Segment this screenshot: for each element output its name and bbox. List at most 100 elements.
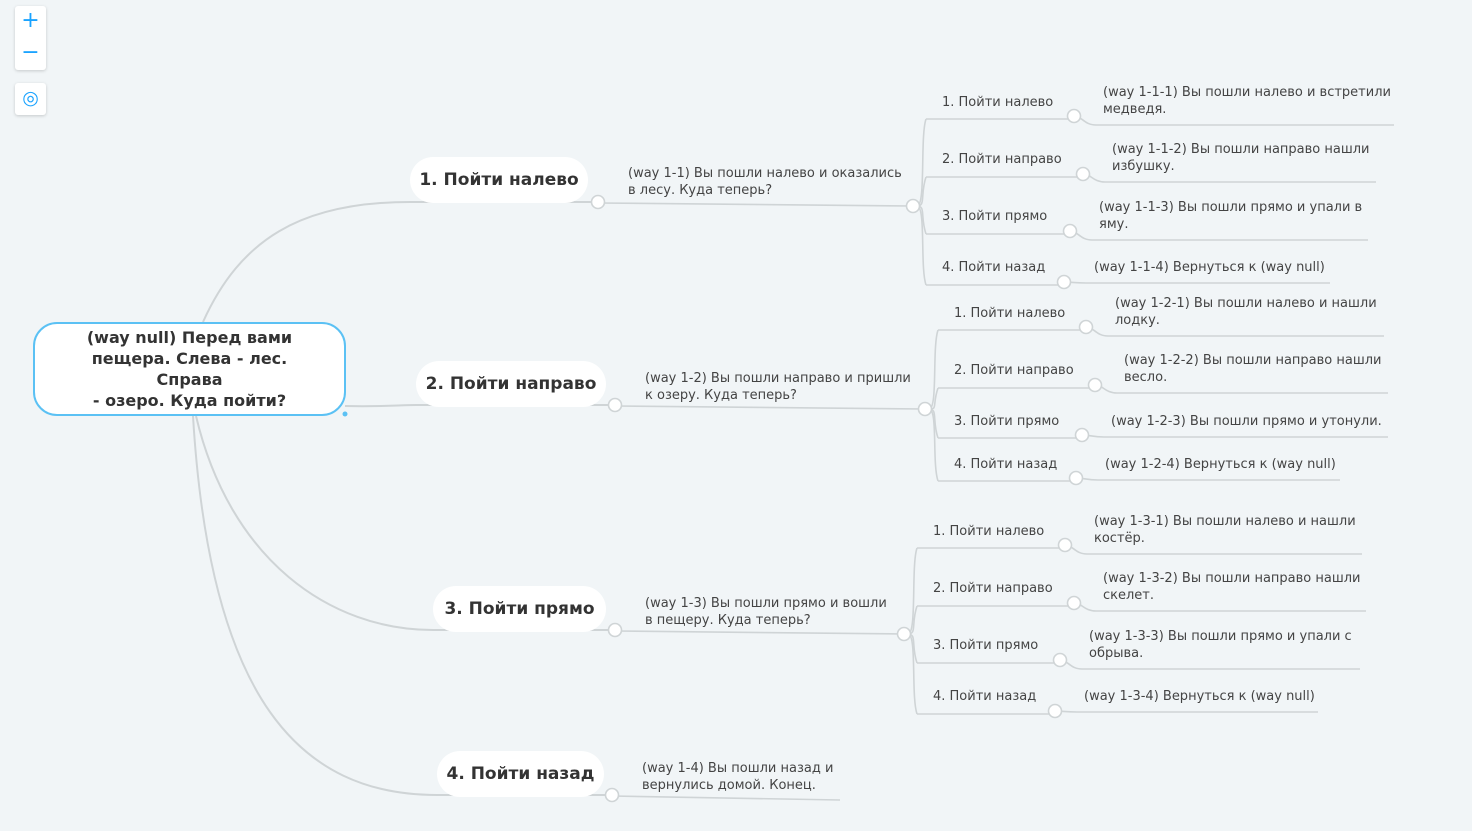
option-collapse-handle-3-1[interactable]: [1057, 537, 1073, 553]
answer-text-line: (way 1-3-2) Вы пошли направо нашли: [1103, 571, 1361, 586]
option-label-1-4[interactable]: 4. Пойти назад: [942, 259, 1045, 276]
answer-text-line: (way 1-1-3) Вы пошли прямо и упали в: [1099, 200, 1363, 215]
answer-text-line: лодку.: [1115, 313, 1160, 328]
branch-description-line: в пещеру. Куда теперь?: [645, 613, 811, 628]
branch-collapse-handle-1[interactable]: [590, 194, 606, 210]
answer-underline-2-2: [1094, 384, 1388, 394]
option-collapse-handle-2-1[interactable]: [1078, 319, 1094, 335]
answer-underline-2-3: [1081, 434, 1388, 438]
answer-text-line: (way 1-3-4) Вернуться к (way null): [1084, 689, 1315, 704]
option-label-2-3[interactable]: 3. Пойти прямо: [954, 413, 1059, 430]
root-selection-handle[interactable]: [342, 411, 348, 417]
answer-text-line: (way 1-2-2) Вы пошли направо нашли: [1124, 353, 1382, 368]
option-collapse-handle-2-3[interactable]: [1074, 427, 1090, 443]
branch-description-line: в лесу. Куда теперь?: [628, 183, 773, 198]
option-collapse-handle-1-3[interactable]: [1062, 223, 1078, 239]
branch-hub-handle-1[interactable]: [905, 198, 921, 214]
answer-text-3-2: (way 1-3-2) Вы пошли направо нашли скелет…: [1103, 570, 1361, 604]
answer-text-2-2: (way 1-2-2) Вы пошли направо нашли весло.: [1124, 352, 1382, 386]
branch-text-underline-4: [611, 795, 841, 801]
root-branch-connector-1: [202, 201, 598, 323]
answer-text-1-2: (way 1-1-2) Вы пошли направо нашли избушк…: [1112, 141, 1370, 175]
branch-text-underline-2: [614, 405, 926, 410]
branch-description-4: (way 1-4) Вы пошли назад и вернулись домо…: [642, 760, 833, 794]
option-connector-1-1: [916, 118, 927, 207]
answer-text-line: (way 1-2-4) Вернуться к (way null): [1105, 457, 1336, 472]
branch-hub-handle-3[interactable]: [896, 626, 912, 642]
option-collapse-handle-3-4[interactable]: [1047, 703, 1063, 719]
answer-text-line: медведя.: [1103, 102, 1167, 117]
branch-description-line: (way 1-1) Вы пошли налево и оказались: [628, 166, 902, 181]
branch-hub-handle-2[interactable]: [917, 401, 933, 417]
answer-text-line: костёр.: [1094, 531, 1145, 546]
answer-underline-1-2: [1082, 173, 1376, 183]
zoom-out-button[interactable]: −: [15, 38, 46, 70]
branch-topic-4[interactable]: 4. Пойти назад: [437, 751, 604, 797]
option-connector-1-4: [916, 205, 927, 286]
option-label-1-1[interactable]: 1. Пойти налево: [942, 94, 1053, 111]
answer-text-line: избушку.: [1112, 159, 1175, 174]
answer-text-line: (way 1-3-1) Вы пошли налево и нашли: [1094, 514, 1356, 529]
option-collapse-handle-3-2[interactable]: [1066, 595, 1082, 611]
branch-text-underline-3: [614, 630, 905, 635]
branch-collapse-handle-4[interactable]: [604, 787, 620, 803]
option-collapse-handle-2-2[interactable]: [1087, 377, 1103, 393]
branch-description-line: (way 1-4) Вы пошли назад и: [642, 761, 834, 776]
option-label-1-3[interactable]: 3. Пойти прямо: [942, 208, 1047, 225]
answer-text-line: (way 1-2-1) Вы пошли налево и нашли: [1115, 296, 1377, 311]
answer-text-line: (way 1-1-1) Вы пошли налево и встретили: [1103, 85, 1391, 100]
answer-text-line: (way 1-2-3) Вы пошли прямо и утонули.: [1111, 414, 1382, 429]
answer-text-line: (way 1-3-3) Вы пошли прямо и упали с: [1089, 629, 1352, 644]
answer-underline-3-4: [1054, 710, 1318, 713]
option-label-2-1[interactable]: 1. Пойти налево: [954, 305, 1065, 322]
option-collapse-handle-1-4[interactable]: [1056, 274, 1072, 290]
answer-text-line: скелет.: [1103, 588, 1155, 603]
branch-description-line: к озеру. Куда теперь?: [645, 388, 797, 403]
branch-description-3: (way 1-3) Вы пошли прямо и вошли в пещеру…: [645, 595, 887, 629]
option-connector-2-1: [928, 329, 939, 410]
branch-collapse-handle-2[interactable]: [607, 397, 623, 413]
answer-text-line: (way 1-1-4) Вернуться к (way null): [1094, 260, 1325, 275]
root-line-2: пещера. Слева - лес. Справа: [91, 349, 288, 389]
answer-text-1-4: (way 1-1-4) Вернуться к (way null): [1094, 259, 1325, 276]
answer-underline-2-4: [1075, 477, 1340, 481]
option-label-3-4[interactable]: 4. Пойти назад: [933, 688, 1036, 705]
root-topic[interactable]: (way null) Перед вами пещера. Слева - ле…: [33, 322, 346, 416]
option-label-3-2[interactable]: 2. Пойти направо: [933, 580, 1053, 597]
option-label-2-2[interactable]: 2. Пойти направо: [954, 362, 1074, 379]
option-connector-3-1: [907, 547, 918, 635]
center-control: ◎: [15, 83, 46, 115]
branch-topic-1[interactable]: 1. Пойти налево: [410, 157, 588, 203]
answer-text-1-1: (way 1-1-1) Вы пошли налево и встретили м…: [1103, 84, 1391, 118]
answer-text-line: обрыва.: [1089, 646, 1144, 661]
answer-text-3-1: (way 1-3-1) Вы пошли налево и нашли костё…: [1094, 513, 1356, 547]
answer-underline-3-2: [1073, 602, 1366, 612]
branch-description-1: (way 1-1) Вы пошли налево и оказались в л…: [628, 165, 902, 199]
option-collapse-handle-1-2[interactable]: [1075, 166, 1091, 182]
option-label-1-2[interactable]: 2. Пойти направо: [942, 151, 1062, 168]
branch-description-line: (way 1-2) Вы пошли направо и пришли: [645, 371, 911, 386]
option-label-3-3[interactable]: 3. Пойти прямо: [933, 637, 1038, 654]
branch-description-line: (way 1-3) Вы пошли прямо и вошли: [645, 596, 887, 611]
zoom-in-button[interactable]: +: [15, 6, 46, 38]
answer-text-3-4: (way 1-3-4) Вернуться к (way null): [1084, 688, 1315, 705]
root-line-1: (way null) Перед вами: [86, 328, 293, 347]
branch-topic-3[interactable]: 3. Пойти прямо: [433, 586, 606, 632]
answer-text-2-4: (way 1-2-4) Вернуться к (way null): [1105, 456, 1336, 473]
answer-text-line: (way 1-1-2) Вы пошли направо нашли: [1112, 142, 1370, 157]
option-collapse-handle-1-1[interactable]: [1066, 108, 1082, 124]
answer-text-line: яму.: [1099, 217, 1129, 232]
branch-description-2: (way 1-2) Вы пошли направо и пришли к озе…: [645, 370, 911, 404]
option-label-2-4[interactable]: 4. Пойти назад: [954, 456, 1057, 473]
branch-description-line: вернулись домой. Конец.: [642, 778, 816, 793]
branch-topic-2[interactable]: 2. Пойти направо: [416, 361, 606, 407]
answer-text-2-1: (way 1-2-1) Вы пошли налево и нашли лодку…: [1115, 295, 1377, 329]
option-collapse-handle-2-4[interactable]: [1068, 470, 1084, 486]
locate-center-icon[interactable]: ◎: [15, 83, 46, 115]
option-connector-2-4: [928, 408, 939, 482]
zoom-controls: + −: [15, 6, 46, 70]
option-label-3-1[interactable]: 1. Пойти налево: [933, 523, 1044, 540]
option-connector-3-4: [907, 633, 918, 715]
branch-collapse-handle-3[interactable]: [607, 622, 623, 638]
option-collapse-handle-3-3[interactable]: [1052, 652, 1068, 668]
